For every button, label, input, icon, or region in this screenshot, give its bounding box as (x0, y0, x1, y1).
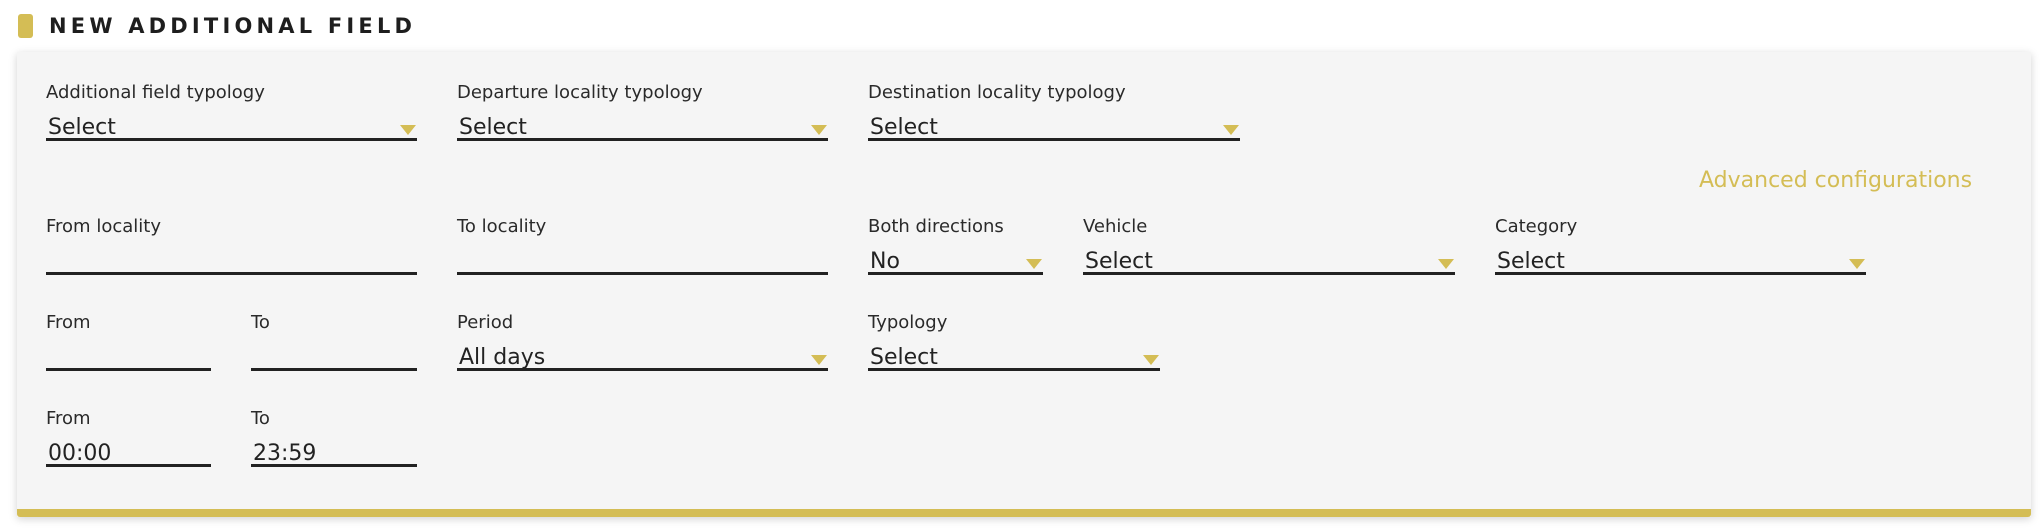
date-to-input[interactable]: To (251, 312, 417, 374)
typology-select[interactable]: Typology Select (868, 312, 1160, 374)
field-underline (46, 138, 417, 141)
field-underline (46, 464, 211, 467)
time-to-input[interactable]: To 23:59 (251, 408, 417, 470)
field-underline (251, 368, 417, 371)
section-marker-icon (18, 14, 33, 38)
category-select[interactable]: Category Select (1495, 216, 1866, 278)
advanced-configurations-link[interactable]: Advanced configurations (1699, 168, 1972, 193)
panel-accent-bar (17, 509, 2031, 517)
field-label: Destination locality typology (868, 82, 1126, 103)
field-underline (46, 368, 211, 371)
both-directions-select[interactable]: Both directions No (868, 216, 1043, 278)
field-label: From locality (46, 216, 161, 237)
field-label: To locality (457, 216, 547, 237)
period-select[interactable]: Period All days (457, 312, 828, 374)
date-from-input[interactable]: From (46, 312, 211, 374)
field-underline (46, 272, 417, 275)
vehicle-select[interactable]: Vehicle Select (1083, 216, 1455, 278)
field-label: To (251, 408, 270, 429)
field-label: Vehicle (1083, 216, 1148, 237)
field-label: Category (1495, 216, 1578, 237)
destination-locality-typology-select[interactable]: Destination locality typology Select (868, 82, 1240, 144)
caret-down-icon[interactable] (1026, 259, 1042, 269)
caret-down-icon[interactable] (1143, 355, 1159, 365)
field-underline (457, 138, 828, 141)
field-label: Additional field typology (46, 82, 265, 103)
departure-locality-typology-select[interactable]: Departure locality typology Select (457, 82, 828, 144)
caret-down-icon[interactable] (811, 355, 827, 365)
field-underline (868, 272, 1043, 275)
field-underline (868, 138, 1240, 141)
caret-down-icon[interactable] (1438, 259, 1454, 269)
field-label: To (251, 312, 270, 333)
field-label: Both directions (868, 216, 1004, 237)
field-underline (1495, 272, 1866, 275)
field-label: From (46, 312, 91, 333)
caret-down-icon[interactable] (1223, 125, 1239, 135)
field-label: From (46, 408, 91, 429)
field-label: Period (457, 312, 514, 333)
field-underline (457, 368, 828, 371)
caret-down-icon[interactable] (811, 125, 827, 135)
additional-field-form: Additional field typology Select Departu… (17, 52, 2031, 517)
caret-down-icon[interactable] (1849, 259, 1865, 269)
to-locality-input[interactable]: To locality (457, 216, 828, 278)
field-label: Typology (868, 312, 948, 333)
field-label: Departure locality typology (457, 82, 703, 103)
caret-down-icon[interactable] (400, 125, 416, 135)
field-underline (868, 368, 1160, 371)
field-underline (251, 464, 417, 467)
field-underline (457, 272, 828, 275)
page-title: NEW ADDITIONAL FIELD (49, 14, 417, 38)
from-locality-input[interactable]: From locality (46, 216, 417, 278)
additional-field-typology-select[interactable]: Additional field typology Select (46, 82, 417, 144)
time-from-input[interactable]: From 00:00 (46, 408, 211, 470)
field-underline (1083, 272, 1455, 275)
